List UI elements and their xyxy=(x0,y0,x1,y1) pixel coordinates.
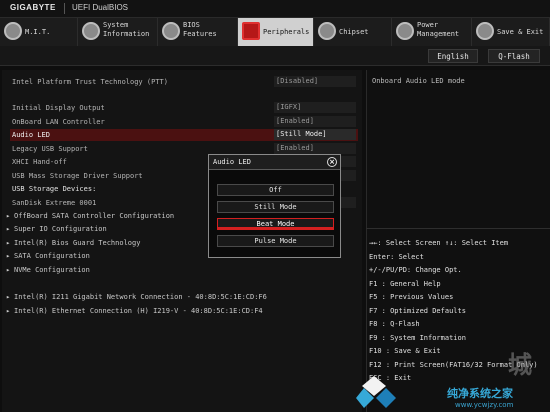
submenu-arrow-icon: ▸ xyxy=(6,225,11,233)
key-hint: F9 : System Information xyxy=(369,334,466,342)
submenu-label: Intel(R) Ethernet Connection (H) I219-V … xyxy=(14,307,263,315)
toolbar: English Q-Flash xyxy=(0,46,550,66)
setting-label-lan[interactable]: OnBoard LAN Controller xyxy=(12,116,105,128)
submenu-label: OffBoard SATA Controller Configuration xyxy=(14,212,175,220)
key-hint: F7 : Optimized Defaults xyxy=(369,307,466,315)
tab-bios-features[interactable]: BIOS Features xyxy=(158,18,238,46)
tab-chipset[interactable]: Chipset xyxy=(314,18,392,46)
key-hint: F10 : Save & Exit xyxy=(369,347,441,355)
key-hint: +/-/PU/PD: Change Opt. xyxy=(369,266,462,274)
tab-save-exit[interactable]: Save & Exit xyxy=(472,18,550,46)
setting-value-display-output[interactable]: [IGFX] xyxy=(274,102,356,113)
option-pulse-mode[interactable]: Pulse Mode xyxy=(217,235,334,247)
gear-icon xyxy=(82,22,100,40)
watermark-text: 纯净系统之家 xyxy=(447,387,513,400)
dialog-title: Audio LED xyxy=(213,158,251,166)
submenu-label: Super IO Configuration xyxy=(14,225,107,233)
key-hint: →←: Select Screen ↑↓: Select Item xyxy=(369,239,509,247)
submenu-arrow-icon: ▸ xyxy=(6,266,11,274)
help-divider xyxy=(366,228,550,229)
key-hint: Enter: Select xyxy=(369,253,424,261)
submenu-nvme-config[interactable]: ▸ NVMe Configuration xyxy=(6,264,90,276)
chip-icon xyxy=(318,22,336,40)
submenu-label: SATA Configuration xyxy=(14,252,90,260)
dialog-title-bar: Audio LED × xyxy=(209,155,340,170)
option-beat-mode[interactable]: Beat Mode xyxy=(217,218,334,230)
setting-value-lan[interactable]: [Enabled] xyxy=(274,116,356,127)
audio-led-dialog: Audio LED × Off Still Mode Beat Mode Pul… xyxy=(208,154,341,258)
setting-value-legacy-usb[interactable]: [Enabled] xyxy=(274,143,356,154)
submenu-label: Intel(R) I211 Gigabit Network Connection… xyxy=(14,293,267,301)
submenu-i219-network[interactable]: ▸ Intel(R) Ethernet Connection (H) I219-V… xyxy=(6,305,263,317)
tab-label: Save & Exit xyxy=(497,28,544,36)
option-off[interactable]: Off xyxy=(217,184,334,196)
qflash-button[interactable]: Q-Flash xyxy=(488,49,540,63)
setting-value-ptt[interactable]: [Disabled] xyxy=(274,76,356,87)
submenu-arrow-icon: ▸ xyxy=(6,293,11,301)
key-hint: F1 : General Help xyxy=(369,280,441,288)
usb-devices-heading: USB Storage Devices: xyxy=(12,185,97,193)
close-icon[interactable]: × xyxy=(327,157,337,167)
key-hint: F5 : Previous Values xyxy=(369,293,454,301)
language-button[interactable]: English xyxy=(428,49,478,63)
setting-label-audio-led[interactable]: Audio LED xyxy=(12,129,50,141)
brand-divider xyxy=(64,3,65,14)
submenu-arrow-icon: ▸ xyxy=(6,212,11,220)
save-exit-icon xyxy=(476,22,494,40)
submenu-label: Intel(R) Bios Guard Technology xyxy=(14,239,141,247)
option-still-mode[interactable]: Still Mode xyxy=(217,201,334,213)
help-description: Onboard Audio LED mode xyxy=(372,77,465,85)
peripherals-icon xyxy=(242,22,260,40)
tab-label: Peripherals xyxy=(263,28,310,36)
setting-label-usb-mass-storage[interactable]: USB Mass Storage Driver Support xyxy=(12,170,143,182)
brand-logo: GIGABYTE xyxy=(10,3,56,12)
brand-subtitle: UEFI DualBIOS xyxy=(72,3,129,12)
tab-label: Power Management xyxy=(417,21,460,38)
submenu-i211-network[interactable]: ▸ Intel(R) I211 Gigabit Network Connectio… xyxy=(6,291,267,303)
submenu-super-io[interactable]: ▸ Super IO Configuration xyxy=(6,223,107,235)
tab-system-information[interactable]: System Information xyxy=(78,18,158,46)
setting-value-audio-led[interactable]: [Still Mode] xyxy=(274,129,356,140)
submenu-arrow-icon: ▸ xyxy=(6,307,11,315)
watermark-logo-icon xyxy=(356,376,396,408)
key-hint: F8 : Q-Flash xyxy=(369,320,420,328)
tab-label: BIOS Features xyxy=(183,21,217,38)
setting-label-sandisk[interactable]: SanDisk Extreme 0001 xyxy=(12,197,96,209)
submenu-label: NVMe Configuration xyxy=(14,266,90,274)
submenu-arrow-icon: ▸ xyxy=(6,252,11,260)
submenu-bios-guard[interactable]: ▸ Intel(R) Bios Guard Technology xyxy=(6,237,140,249)
setting-label-ptt[interactable]: Intel Platform Trust Technology (PTT) xyxy=(12,76,168,88)
main-tab-bar: M.I.T. System Information BIOS Features … xyxy=(0,18,550,46)
power-plug-icon xyxy=(396,22,414,40)
tab-power-management[interactable]: Power Management xyxy=(392,18,472,46)
submenu-sata-config[interactable]: ▸ SATA Configuration xyxy=(6,250,90,262)
setting-label-legacy-usb[interactable]: Legacy USB Support xyxy=(12,143,88,155)
submenu-offboard-sata[interactable]: ▸ OffBoard SATA Controller Configuration xyxy=(6,210,174,222)
tab-label: M.I.T. xyxy=(25,28,51,36)
bios-chip-icon xyxy=(162,22,180,40)
watermark-glyph: 城 xyxy=(508,351,532,379)
watermark-url: www.ycwjzy.com xyxy=(455,401,514,409)
tab-peripherals[interactable]: Peripherals xyxy=(238,18,314,46)
tab-mit[interactable]: M.I.T. xyxy=(0,18,78,46)
setting-label-xhci[interactable]: XHCI Hand-off xyxy=(12,156,67,168)
brand-bar: GIGABYTE UEFI DualBIOS xyxy=(0,0,550,18)
tab-label: Chipset xyxy=(339,28,369,36)
setting-label-display-output[interactable]: Initial Display Output xyxy=(12,102,105,114)
tab-label: System Information xyxy=(103,21,150,38)
mit-gauge-icon xyxy=(4,22,22,40)
submenu-arrow-icon: ▸ xyxy=(6,239,11,247)
